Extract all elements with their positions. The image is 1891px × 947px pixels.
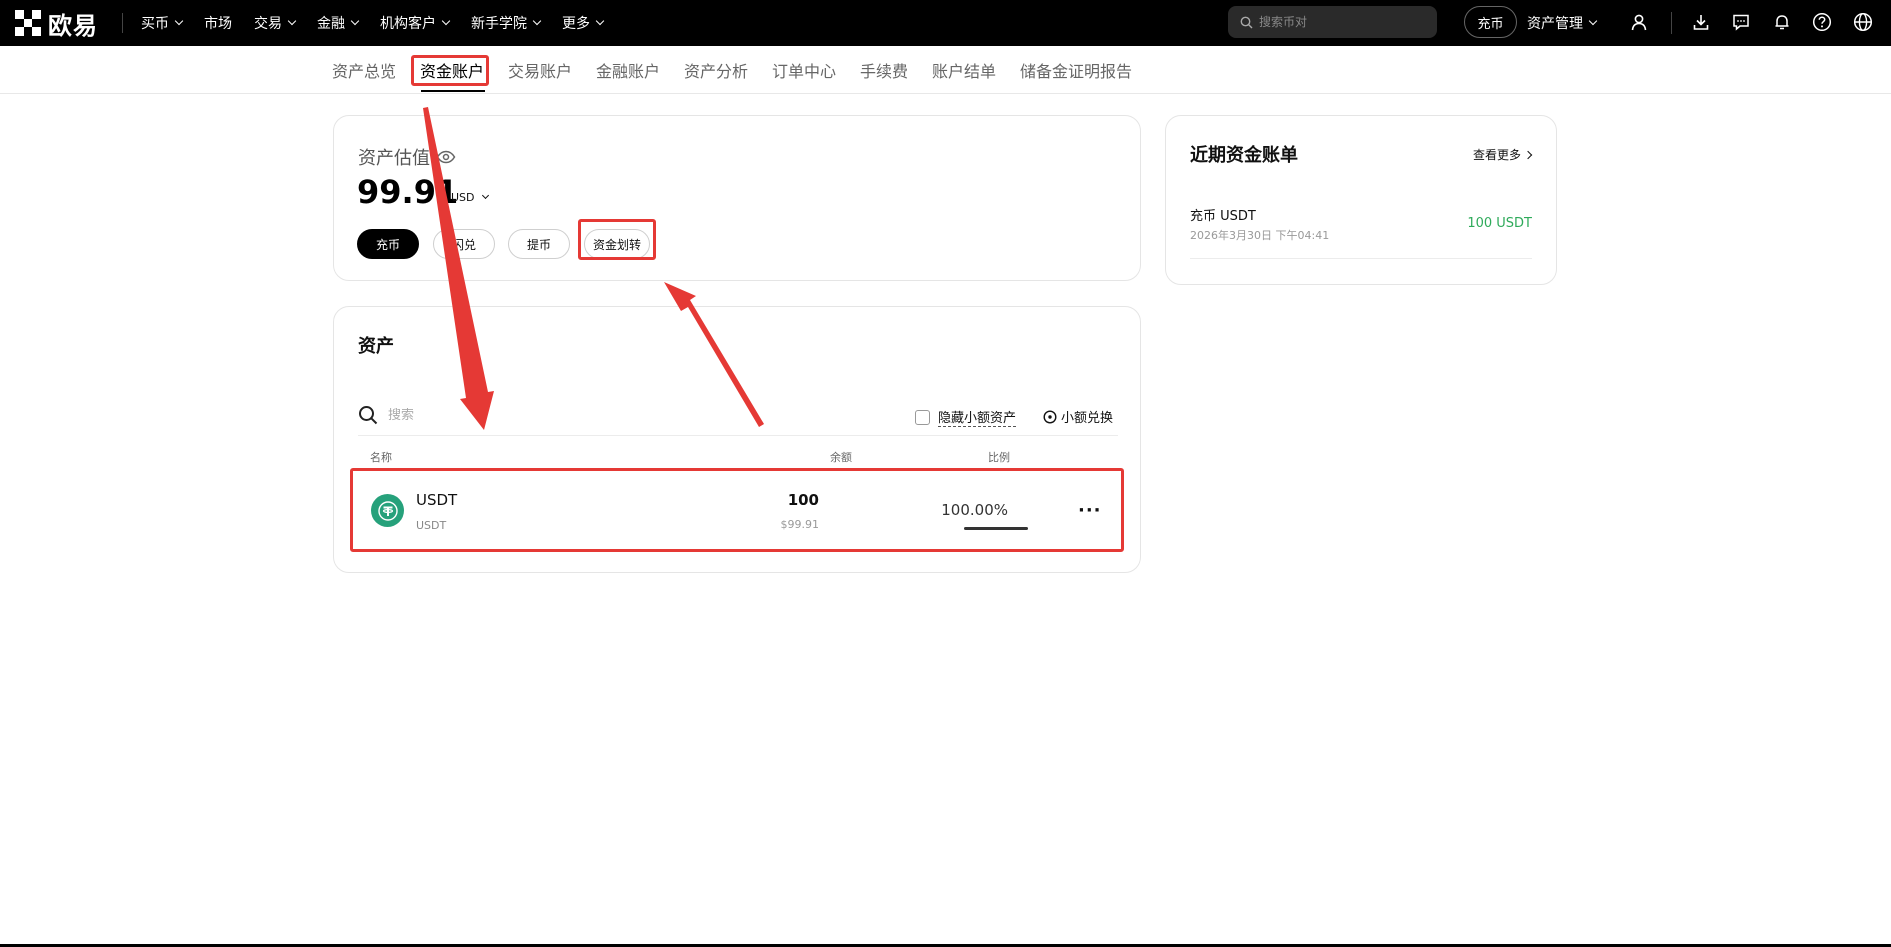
chevron-down-icon — [595, 16, 605, 26]
chevron-down-icon — [174, 16, 184, 26]
nav-item-academy[interactable]: 新手学院 — [471, 13, 542, 33]
tab-order-center[interactable]: 订单中心 — [772, 58, 836, 82]
coin-ratio: 100.00% — [941, 501, 1008, 519]
nav-item-institutional[interactable]: 机构客户 — [380, 13, 451, 33]
ratio-bar — [964, 527, 1028, 530]
coin-balance: 100 — [787, 491, 819, 509]
assets-title: 资产 — [358, 336, 394, 357]
user-icon[interactable] — [1628, 11, 1650, 33]
chevron-down-icon — [350, 16, 360, 26]
chevron-right-icon — [1523, 150, 1533, 159]
usdt-icon — [371, 494, 404, 527]
chevron-down-icon — [532, 16, 542, 26]
column-header-balance: 余额 — [830, 451, 852, 464]
nav-search-input[interactable] — [1259, 15, 1419, 29]
message-icon[interactable] — [1730, 11, 1752, 33]
recent-title: 近期资金账单 — [1190, 145, 1298, 166]
hide-small-label: 隐藏小额资产 — [938, 407, 1017, 427]
chevron-down-icon — [1588, 16, 1598, 26]
assets-search-input[interactable] — [388, 407, 588, 423]
divider — [358, 435, 1118, 436]
hide-small-checkbox[interactable] — [915, 409, 930, 425]
transfer-button[interactable]: 资金划转 — [584, 229, 650, 259]
valuation-amount: 99.91 — [357, 173, 459, 211]
hide-small-assets-toggle[interactable]: 隐藏小额资产 — [915, 407, 1017, 427]
withdraw-button[interactable]: 提币 — [508, 229, 570, 259]
chevron-down-icon — [481, 191, 489, 200]
okx-logo-icon — [15, 10, 41, 36]
nav-divider — [1671, 12, 1672, 34]
nav-divider — [122, 13, 123, 33]
nav-deposit-button[interactable]: 充币 — [1464, 6, 1517, 38]
globe-icon[interactable] — [1852, 11, 1874, 33]
bill-name: 充币 USDT — [1190, 209, 1256, 224]
help-icon[interactable] — [1811, 11, 1833, 33]
coin-subtitle: USDT — [416, 519, 447, 532]
valuation-currency-select[interactable]: USD — [451, 191, 489, 204]
ratio-bar-fill — [964, 527, 1028, 530]
nav-item-more[interactable]: 更多 — [562, 13, 605, 33]
chevron-down-icon — [441, 16, 451, 26]
nav-asset-manage[interactable]: 资产管理 — [1527, 13, 1598, 33]
nav-item-market[interactable]: 市场 — [204, 13, 232, 33]
bell-icon[interactable] — [1771, 11, 1793, 33]
eye-icon[interactable] — [436, 150, 456, 164]
divider — [1190, 258, 1532, 259]
tab-funding-account[interactable]: 资金账户 — [420, 58, 484, 82]
valuation-label: 资产估值 — [358, 144, 456, 170]
more-options-icon[interactable]: ··· — [1078, 500, 1102, 521]
search-icon — [1240, 16, 1253, 28]
coin-balance-usd: $99.91 — [780, 518, 820, 531]
nav-item-buy[interactable]: 买币 — [141, 13, 184, 33]
small-convert-link[interactable]: 小额兑换 — [1043, 407, 1113, 426]
coin-name: USDT — [416, 491, 458, 509]
brand-name: 欧易 — [48, 11, 98, 40]
convert-button[interactable]: 闪兑 — [433, 229, 495, 259]
column-header-ratio: 比例 — [988, 451, 1010, 464]
tab-finance-account[interactable]: 金融账户 — [596, 58, 660, 82]
tab-proof-of-reserves[interactable]: 储备金证明报告 — [1020, 58, 1132, 82]
tab-statements[interactable]: 账户结单 — [932, 58, 996, 82]
convert-circle-icon — [1043, 409, 1057, 424]
search-icon — [359, 406, 378, 425]
table-row[interactable]: USDT USDT 100 $99.91 100.00% ··· — [358, 477, 1118, 545]
view-more-link[interactable]: 查看更多 — [1473, 146, 1533, 163]
nav-search-box[interactable] — [1228, 6, 1437, 38]
nav-item-finance[interactable]: 金融 — [317, 13, 360, 33]
top-navbar: 欧易 买币 市场 交易 金融 机构客户 新手学院 更多 充币 资产管理 — [0, 0, 1891, 46]
brand-logo[interactable]: 欧易 — [15, 0, 98, 46]
account-tabs: 资产总览 资金账户 交易账户 金融账户 资产分析 订单中心 手续费 账户结单 储… — [0, 46, 1891, 94]
recent-funding-bills-card: 近期资金账单 查看更多 充币 USDT 2026年3月30日 下午04:41 1… — [1165, 115, 1557, 285]
column-header-name: 名称 — [370, 451, 392, 464]
deposit-button[interactable]: 充币 — [357, 229, 419, 259]
tab-fees[interactable]: 手续费 — [860, 58, 908, 82]
valuation-card: 资产估值 99.91 USD 充币 闪兑 提币 资金划转 — [333, 115, 1141, 281]
tab-trading-account[interactable]: 交易账户 — [508, 58, 572, 82]
assets-card: 资产 隐藏小额资产 小额兑换 名称 余额 比例 USDT USDT 100 $9… — [333, 306, 1141, 573]
tab-asset-overview[interactable]: 资产总览 — [332, 58, 396, 82]
chevron-down-icon — [287, 16, 297, 26]
download-icon[interactable] — [1690, 11, 1712, 33]
active-tab-indicator — [421, 90, 485, 92]
bill-amount: 100 USDT — [1467, 216, 1532, 231]
tab-asset-analysis[interactable]: 资产分析 — [684, 58, 748, 82]
nav-item-trade[interactable]: 交易 — [254, 13, 297, 33]
bill-time: 2026年3月30日 下午04:41 — [1190, 229, 1330, 242]
assets-search[interactable] — [358, 405, 588, 425]
